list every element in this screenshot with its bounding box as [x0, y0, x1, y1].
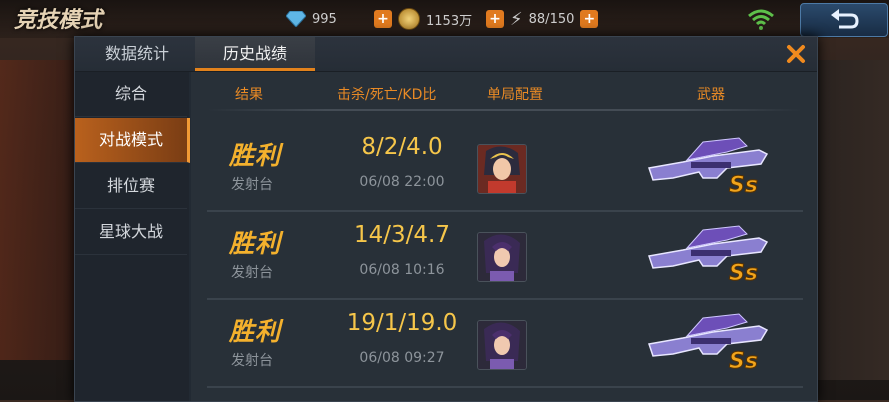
result-label: 胜利: [229, 317, 282, 346]
close-icon[interactable]: [781, 39, 811, 69]
table-row[interactable]: 胜利 发射台 8/2/4.0 06/08 22:00 Ss: [207, 124, 803, 212]
weapon-grade: Ss: [729, 349, 758, 374]
tab-match-history[interactable]: 历史战绩: [195, 37, 315, 71]
energy-counter: + ⚡ 88/150 +: [486, 8, 599, 30]
weapon-grade: Ss: [729, 173, 758, 198]
panel-tabs: 数据统计 历史战绩: [75, 37, 817, 72]
map-name: 发射台: [231, 177, 273, 193]
character-avatar[interactable]: [477, 232, 527, 282]
wifi-icon: [748, 9, 774, 30]
coin-count: 1153万: [426, 13, 473, 29]
header-result: 结果: [235, 87, 263, 103]
mode-title: 竞技模式: [14, 8, 103, 33]
mode-sidebar: 综合 对战模式 排位赛 星球大战: [75, 72, 190, 401]
weapon-rifle-icon[interactable]: Ss: [643, 222, 773, 286]
gem-counter: 995: [286, 8, 337, 30]
table-row[interactable]: 胜利 发射台 14/3/4.7 06/08 10:16 Ss: [207, 212, 803, 300]
match-time: 06/08 22:00: [359, 174, 445, 190]
sidebar-item-ranked[interactable]: 排位赛: [75, 164, 187, 209]
energy-count: 88/150: [528, 11, 575, 27]
kd-stat: 8/2/4.0: [361, 134, 443, 160]
weapon-rifle-icon[interactable]: Ss: [643, 310, 773, 374]
background-art-right: [816, 60, 889, 380]
match-time: 06/08 09:27: [359, 350, 445, 366]
header-weapon: 武器: [697, 87, 725, 103]
back-arrow-icon: [831, 9, 859, 29]
character-avatar[interactable]: [477, 320, 527, 370]
result-label: 胜利: [229, 229, 282, 258]
header-kd: 击杀/死亡/KD比: [337, 87, 437, 103]
battle-record-panel: 数据统计 历史战绩 综合 对战模式 排位赛 星球大战 结果 击杀/死亡/KD比 …: [74, 36, 818, 402]
add-coins-button[interactable]: +: [486, 10, 504, 28]
table-row[interactable]: 胜利 发射台 19/1/19.0 06/08 09:27 Ss: [207, 300, 803, 388]
map-name: 发射台: [231, 353, 273, 369]
result-label: 胜利: [229, 141, 282, 170]
background-art-left: [0, 60, 74, 360]
weapon-rifle-icon[interactable]: Ss: [643, 134, 773, 198]
sidebar-item-battle-mode[interactable]: 对战模式: [75, 118, 190, 163]
kd-stat: 14/3/4.7: [354, 222, 450, 248]
character-avatar[interactable]: [477, 144, 527, 194]
sidebar-item-overall[interactable]: 综合: [75, 72, 187, 117]
sidebar-item-star-wars[interactable]: 星球大战: [75, 210, 187, 255]
weapon-grade: Ss: [729, 261, 758, 286]
energy-icon: ⚡: [510, 8, 523, 30]
header-loadout: 单局配置: [487, 87, 543, 103]
add-energy-button[interactable]: +: [580, 10, 599, 28]
back-button[interactable]: [800, 3, 888, 37]
map-name: 发射台: [231, 265, 273, 281]
gem-icon: [286, 11, 306, 27]
coin-icon: [398, 8, 420, 30]
add-gems-button[interactable]: +: [374, 10, 392, 28]
header-divider: [207, 109, 803, 111]
gem-count: 995: [312, 11, 337, 27]
kd-stat: 19/1/19.0: [346, 310, 458, 336]
coin-counter: + 1153万: [374, 8, 472, 30]
match-time: 06/08 10:16: [359, 262, 445, 278]
tab-data-stats[interactable]: 数据统计: [81, 37, 193, 71]
history-table: 结果 击杀/死亡/KD比 单局配置 武器 胜利 发射台 8/2/4.0 06/0…: [191, 72, 817, 401]
